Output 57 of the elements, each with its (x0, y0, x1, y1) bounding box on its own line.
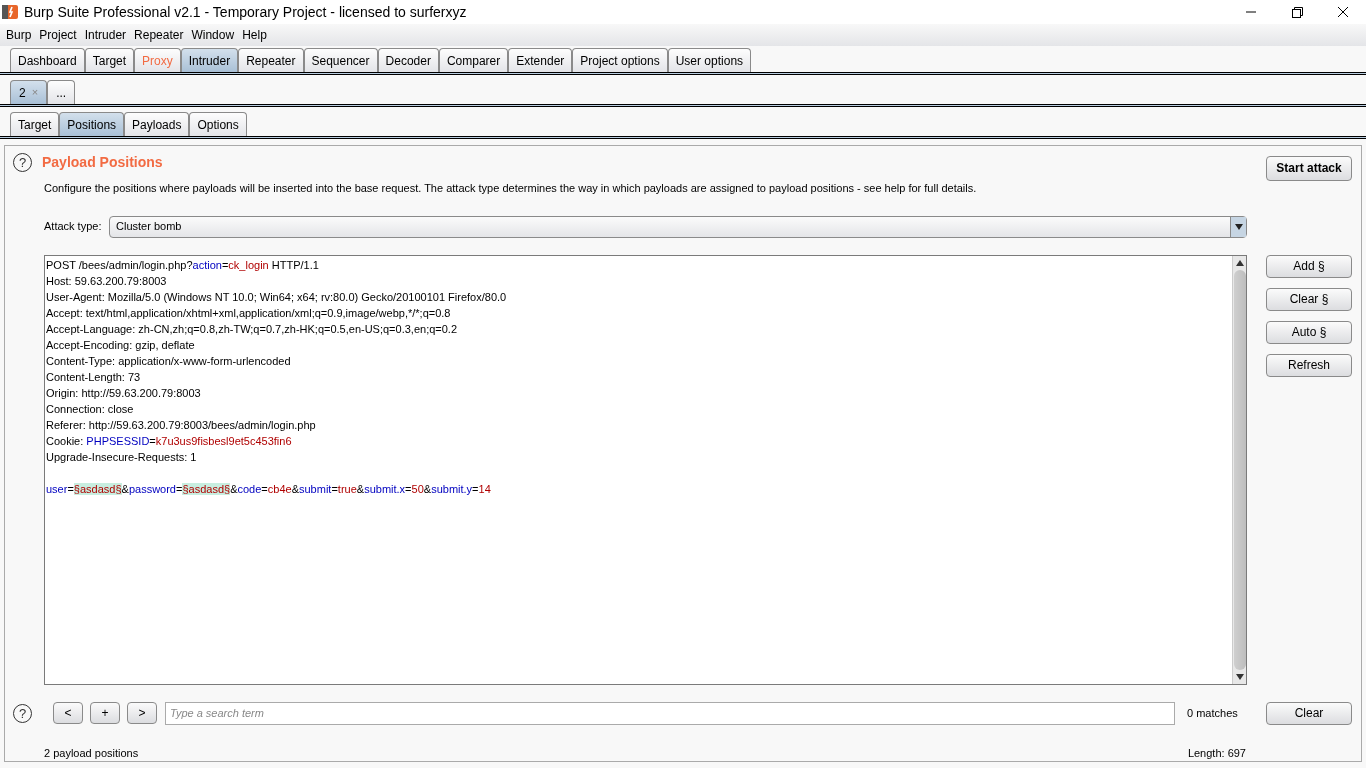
request-line: Origin: http://59.63.200.79:8003 (46, 385, 201, 401)
scrollbar[interactable] (1232, 255, 1246, 684)
clear-button[interactable]: Clear (1266, 701, 1352, 725)
request-line: Referer: http://59.63.200.79:8003/bees/admin/login.php (46, 417, 316, 433)
tab[interactable]: User options (667, 48, 752, 72)
window-title: Burp Suite Professional v2.1 - Temporary Project - licensed to surferxyz (24, 2, 467, 22)
dropdown-arrow-icon (1234, 223, 1243, 230)
editor-button[interactable]: Refresh (1266, 353, 1352, 377)
request-line: Accept-Encoding: gzip, deflate (46, 337, 195, 353)
tab[interactable]: Extender (508, 48, 573, 72)
request-editor[interactable] (44, 254, 1247, 685)
tab[interactable]: Options (189, 112, 247, 136)
request-line: Connection: close (46, 401, 134, 417)
start-attack-button[interactable]: Start attack (1266, 155, 1352, 181)
request-line: Host: 59.63.200.79:8003 (46, 273, 167, 289)
request-line: Accept: text/html,application/xhtml+xml,application/xml;q=0.9,image/webp,*/*;q=0.8 (46, 305, 451, 321)
request-body-line: user=§asdasd§&password=§asdasd§&code=cb4e&submit=true&submit.x=50&submit.y=14 (46, 481, 491, 497)
tab[interactable]: Sequencer (303, 48, 378, 72)
editor-button[interactable]: Clear § (1266, 287, 1352, 311)
add-button[interactable]: + (90, 702, 120, 724)
search-field[interactable]: Type a search term (165, 701, 1175, 725)
request-line: Cookie: PHPSESSID=k7u3us9fisbesl9et5c453fin6 (46, 433, 292, 449)
menu-item[interactable]: Burp (6, 26, 32, 44)
request-line: POST /bees/admin/login.php?action=ck_login HTTP/1.1 (46, 257, 319, 273)
menu-item[interactable]: Window (191, 26, 235, 44)
tab[interactable]: Decoder (377, 48, 439, 72)
editor-button[interactable]: Add § (1266, 254, 1352, 278)
next-button[interactable]: > (127, 702, 157, 724)
attack-type-dropdown[interactable]: Cluster bomb (109, 215, 1247, 238)
menu-item[interactable]: Intruder (84, 26, 127, 44)
tab[interactable]: Payloads (124, 112, 190, 136)
section-title: Payload Positions (42, 153, 163, 172)
tab[interactable]: Repeater (238, 48, 304, 72)
request-line: Content-Type: application/x-www-form-urlencoded (46, 353, 291, 369)
request-line: Content-Length: 73 (46, 369, 141, 385)
menu-item[interactable]: Help (242, 26, 267, 44)
tab[interactable]: Dashboard (10, 48, 85, 72)
tab[interactable]: Intruder (180, 48, 239, 72)
request-line: Accept-Language: zh-CN,zh;q=0.8,zh-TW;q=0.7,zh-HK;q=0.5,en-US;q=0.3,en;q=0.2 (46, 321, 458, 337)
tab[interactable]: Project options (572, 48, 668, 72)
tab[interactable]: Target (10, 112, 60, 136)
description-text: Configure the positions where payloads will be inserted into the base request. The attack type determines the way in which payloads are assigned to payload positions - see help for full details. (44, 181, 977, 194)
attack-type-label: Attack type: (44, 219, 103, 235)
payload-count: 2 payload positions (44, 745, 139, 761)
session-tab[interactable]: ... (47, 80, 76, 104)
request-line: Upgrade-Insecure-Requests: 1 (46, 449, 197, 465)
request-line: User-Agent: Mozilla/5.0 (Windows NT 10.0; Win64; x64; rv:80.0) Gecko/20100101 Firefox/80.0 (46, 289, 507, 305)
editor-button[interactable]: Auto § (1266, 320, 1352, 344)
menu-item[interactable]: Project (39, 26, 77, 44)
session-tab[interactable]: 2 × (10, 80, 48, 104)
tab[interactable]: Positions (59, 112, 125, 136)
match-count: 0 matches (1187, 705, 1239, 721)
menu-item[interactable]: Repeater (134, 26, 184, 44)
previous-button[interactable]: < (53, 702, 83, 724)
tab[interactable]: Comparer (438, 48, 509, 72)
tab[interactable]: Target (84, 48, 135, 72)
length-text: Length: 697 (1187, 745, 1246, 761)
